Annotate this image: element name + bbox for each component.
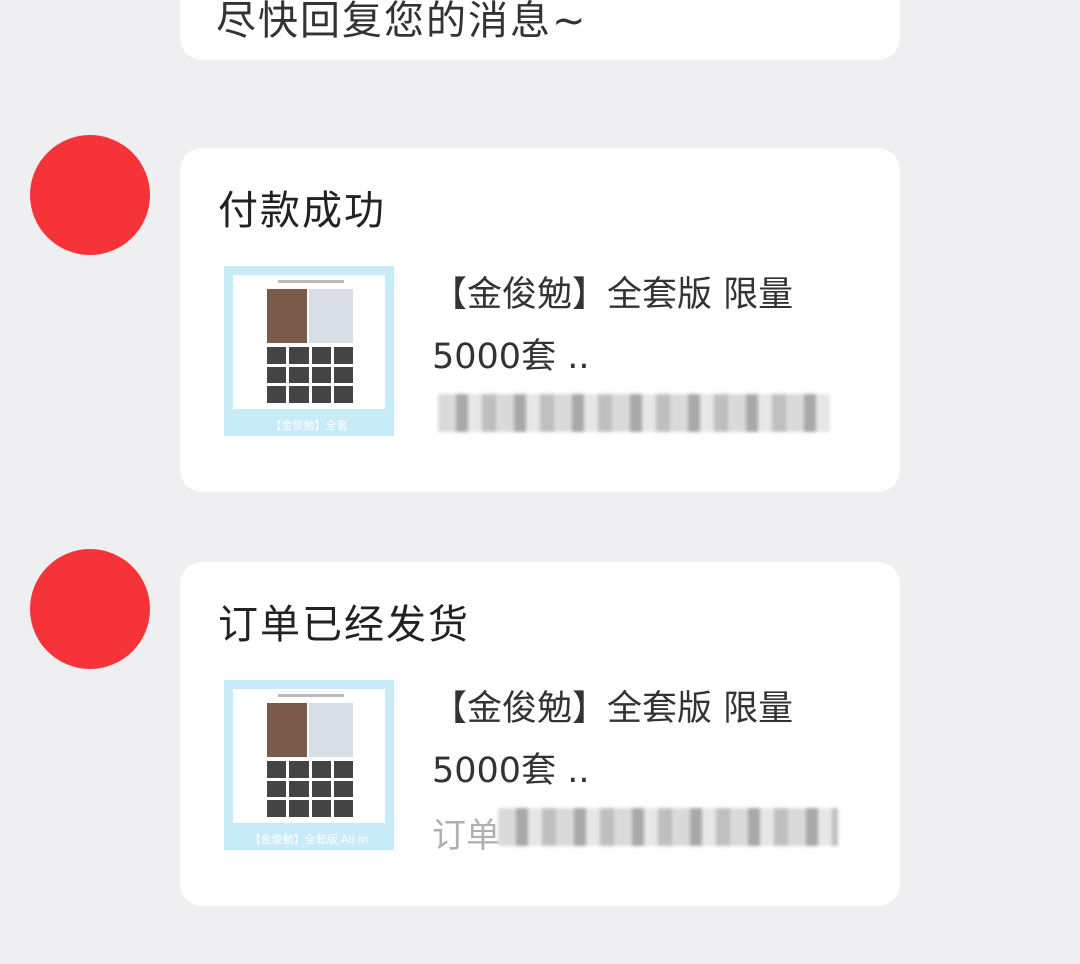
- product-title: 【金俊勉】全套版 限量5000套 ..: [432, 689, 794, 791]
- message-text: 尽快回复您的消息~: [216, 0, 588, 44]
- message-card-top[interactable]: 尽快回复您的消息~: [180, 0, 900, 60]
- message-card-shipped[interactable]: 订单已经发货 【金俊勉】全套版 All in 【金俊勉】全套版 限量5000套 …: [180, 562, 900, 906]
- thumbnail-caption: 【金俊勉】全套版 All in: [249, 833, 369, 846]
- avatar[interactable]: [30, 135, 150, 255]
- product-thumbnail[interactable]: 【金俊勉】全套版 All in: [224, 680, 394, 850]
- message-card-payment[interactable]: 付款成功 【金俊勉】全套 【金俊勉】全套版 限量5000套 ..: [180, 148, 900, 492]
- product-thumbnail[interactable]: 【金俊勉】全套: [224, 266, 394, 436]
- message-title: 付款成功: [218, 188, 386, 234]
- order-detail-blurred: [498, 808, 838, 846]
- avatar[interactable]: [30, 549, 150, 669]
- product-title: 【金俊勉】全套版 限量5000套 ..: [432, 275, 794, 377]
- thumbnail-caption: 【金俊勉】全套: [270, 419, 348, 432]
- message-title: 订单已经发货: [218, 602, 470, 648]
- order-detail-blurred: [438, 394, 830, 432]
- order-detail-prefix: 订单: [432, 816, 500, 856]
